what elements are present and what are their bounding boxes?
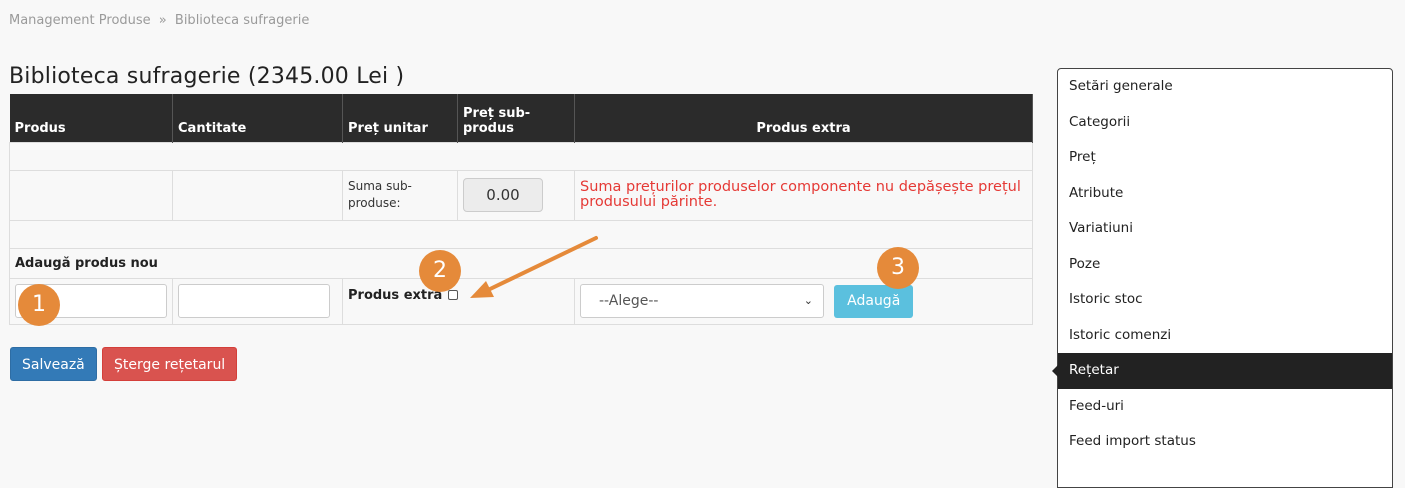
price-warning: Suma prețurilor produselor componente nu…: [580, 179, 1021, 210]
header-pret-unitar: Preț unitar: [342, 94, 458, 142]
sidebar-item-pret[interactable]: Preț: [1058, 140, 1392, 176]
sidebar-item-feed-import-status[interactable]: Feed import status: [1058, 424, 1392, 460]
breadcrumb-separator: »: [158, 13, 167, 28]
breadcrumb-current: Biblioteca sufragerie: [174, 13, 310, 28]
add-product-row: Produs extra --Alege-- ⌄ Adaugă: [9, 277, 1033, 325]
sidebar-item-retetar[interactable]: Rețetar: [1052, 353, 1392, 389]
quantity-input[interactable]: [178, 284, 330, 318]
header-pret-subprodus: Preț sub-produs: [457, 94, 575, 142]
header-produs-extra: Produs extra: [574, 94, 1033, 142]
delete-recipe-button[interactable]: Șterge rețetarul: [102, 347, 238, 381]
empty-row: [9, 219, 1033, 249]
sum-value-field: 0.00: [463, 178, 543, 212]
annotation-badge-2: 2: [419, 250, 461, 292]
page-title: Biblioteca sufragerie (2345.00 Lei ): [9, 64, 405, 89]
sidebar-item-setari-generale[interactable]: Setări generale: [1058, 69, 1392, 105]
breadcrumb: Management Produse » Biblioteca sufrager…: [9, 13, 309, 28]
empty-row: [9, 141, 1033, 171]
header-produs: Produs: [9, 94, 173, 142]
save-button[interactable]: Salvează: [10, 347, 97, 381]
sidebar-item-poze[interactable]: Poze: [1058, 247, 1392, 283]
sum-row: Suma sub-produse: 0.00 Suma prețurilor p…: [9, 169, 1033, 221]
sidebar-item-categorii[interactable]: Categorii: [1058, 105, 1392, 141]
chevron-down-icon: ⌄: [803, 294, 813, 307]
annotation-badge-1: 1: [18, 284, 60, 326]
table-header-row: Produs Cantitate Preț unitar Preț sub-pr…: [9, 94, 1033, 142]
product-select[interactable]: --Alege-- ⌄: [580, 284, 824, 318]
extra-product-checkbox[interactable]: [448, 290, 459, 300]
add-product-button[interactable]: Adaugă: [834, 285, 914, 318]
recipe-table: Produs Cantitate Preț unitar Preț sub-pr…: [9, 94, 1033, 325]
header-cantitate: Cantitate: [172, 94, 343, 142]
sidebar-item-variatiuni[interactable]: Variatiuni: [1058, 211, 1392, 247]
sidebar-item-feed-uri[interactable]: Feed-uri: [1058, 389, 1392, 425]
product-settings-sidebar: Setări generale Categorii Preț Atribute …: [1052, 68, 1393, 488]
product-select-value: --Alege--: [599, 293, 659, 309]
sum-label: Suma sub-produse:: [348, 179, 412, 210]
annotation-badge-3: 3: [877, 247, 919, 289]
extra-product-label: Produs extra: [348, 287, 443, 303]
sidebar-item-istoric-comenzi[interactable]: Istoric comenzi: [1058, 318, 1392, 354]
sidebar-item-atribute[interactable]: Atribute: [1058, 176, 1392, 212]
breadcrumb-root[interactable]: Management Produse: [9, 13, 151, 28]
sidebar-item-istoric-stoc[interactable]: Istoric stoc: [1058, 282, 1392, 318]
